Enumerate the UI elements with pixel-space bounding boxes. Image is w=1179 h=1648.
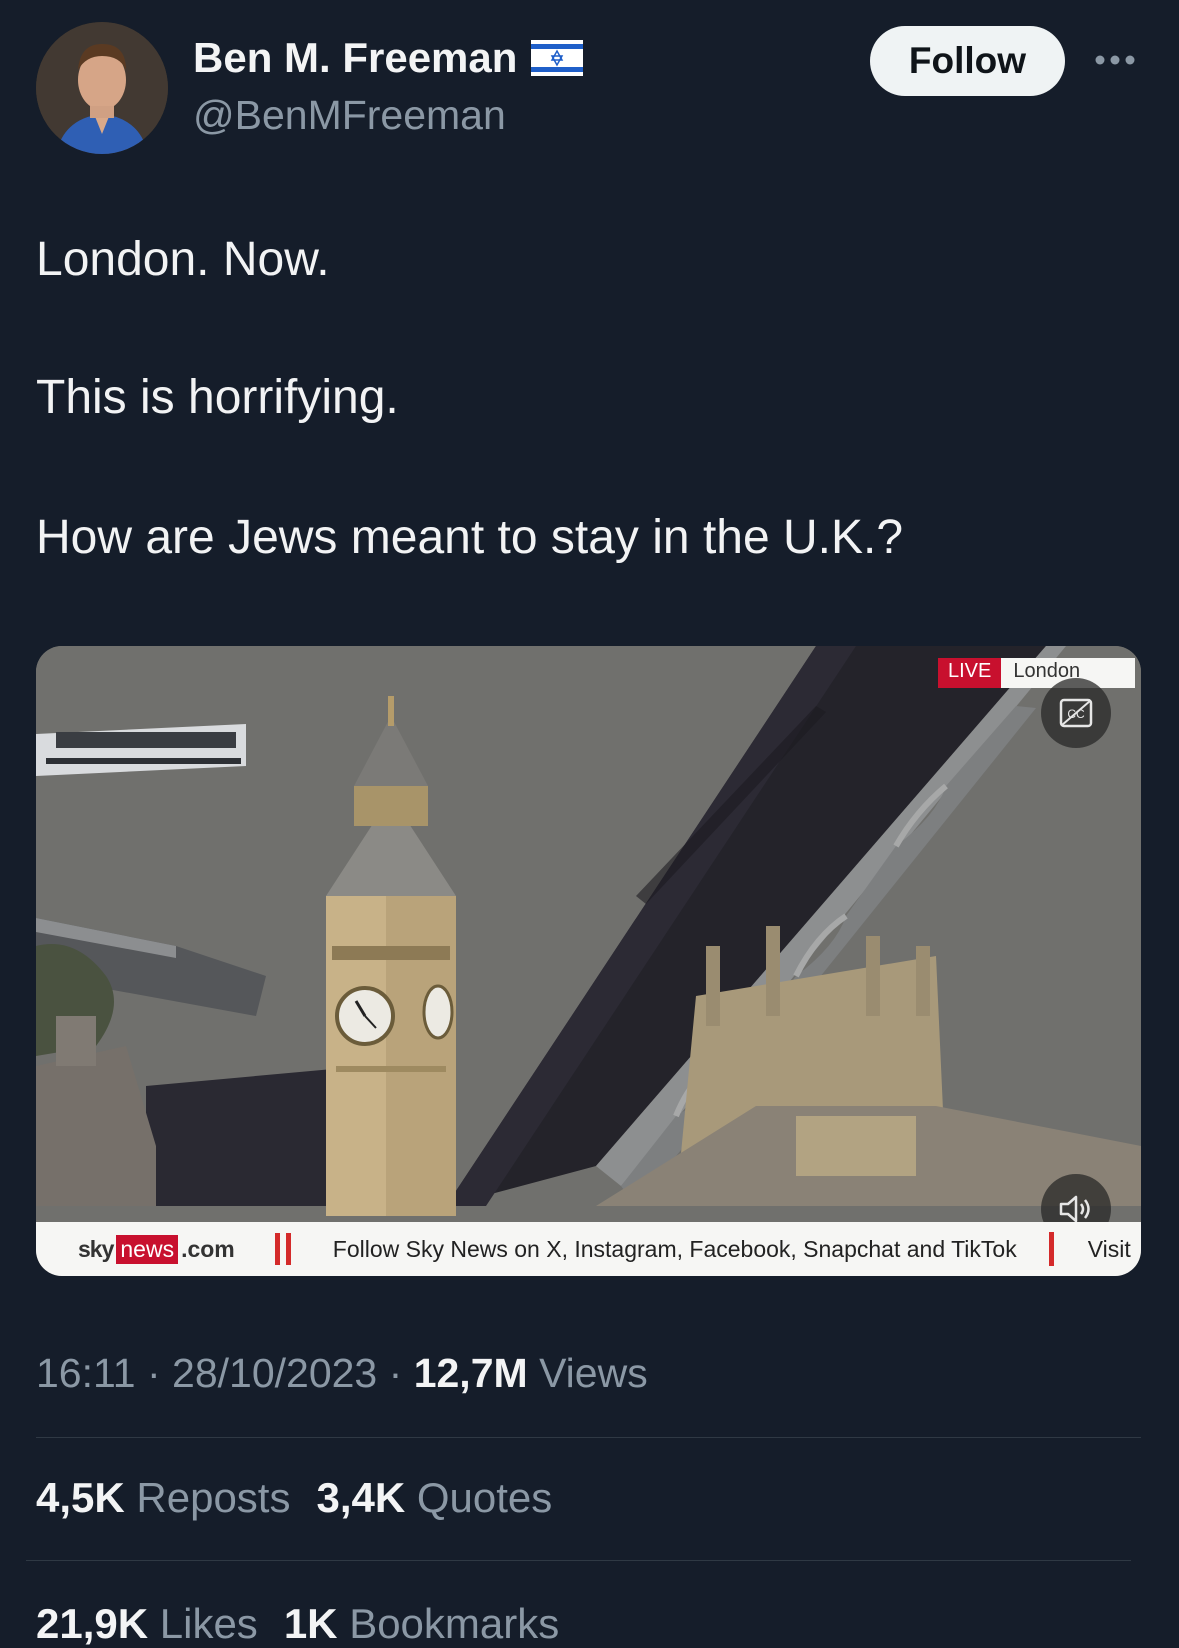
divider (26, 1560, 1131, 1561)
engagement-row-1: 4,5K Reposts 3,4K Quotes (36, 1474, 552, 1522)
reposts-count: 4,5K (36, 1474, 125, 1521)
video-frame (36, 646, 1141, 1276)
avatar-image (36, 22, 168, 154)
video-player[interactable]: LIVE London CC sky news .com Follow Sky … (36, 646, 1141, 1276)
live-tag: LIVE London (938, 658, 1136, 688)
logo-news: news (116, 1234, 179, 1264)
sky-news-logo: sky news .com (78, 1234, 235, 1264)
bookmarks-stat[interactable]: 1K Bookmarks (284, 1600, 559, 1648)
engagement-row-2: 21,9K Likes 1K Bookmarks (36, 1600, 559, 1648)
ticker-separator (1048, 1232, 1054, 1266)
views-count: 12,7M (413, 1350, 528, 1396)
quotes-stat[interactable]: 3,4K Quotes (316, 1474, 552, 1522)
closed-captions-icon: CC (1059, 698, 1093, 728)
logo-sky: sky (78, 1235, 114, 1262)
tweet-line-1: London. Now. (36, 233, 330, 286)
likes-count: 21,9K (36, 1600, 149, 1647)
author-name-text: Ben M. Freeman (193, 34, 518, 81)
israel-flag-icon (531, 40, 584, 76)
bookmarks-label: Bookmarks (349, 1600, 560, 1647)
live-label: LIVE (938, 658, 1002, 688)
meta-separator: · (388, 1350, 403, 1396)
avatar[interactable] (36, 22, 168, 154)
tweet-date[interactable]: 28/10/2023 (172, 1350, 377, 1396)
tweet-line-2: This is horrifying. (36, 371, 399, 424)
tweet-meta: 16:11 · 28/10/2023 · 12,7M Views (36, 1350, 648, 1397)
quotes-label: Quotes (416, 1474, 553, 1521)
reposts-label: Reposts (136, 1474, 291, 1521)
likes-stat[interactable]: 21,9K Likes (36, 1600, 258, 1648)
quotes-count: 3,4K (316, 1474, 406, 1521)
tweet-line-3: How are Jews meant to stay in the U.K.? (36, 511, 904, 564)
ticker-text: Follow Sky News on X, Instagram, Faceboo… (332, 1235, 1017, 1262)
likes-label: Likes (159, 1600, 258, 1647)
author-handle[interactable]: @BenMFreeman (193, 92, 506, 139)
captions-button[interactable]: CC (1041, 678, 1111, 748)
logo-com: .com (181, 1235, 235, 1262)
bookmarks-count: 1K (283, 1600, 338, 1647)
more-options-icon[interactable] (1092, 50, 1138, 70)
ticker-visit: Visit (1087, 1235, 1131, 1262)
follow-button[interactable]: Follow (870, 26, 1065, 96)
speaker-icon (1059, 1195, 1090, 1223)
views-label: Views (539, 1350, 648, 1396)
news-ticker: sky news .com Follow Sky News on X, Inst… (36, 1222, 1141, 1276)
author-name[interactable]: Ben M. Freeman (193, 34, 584, 82)
reposts-stat[interactable]: 4,5K Reposts (36, 1474, 290, 1522)
tweet-time[interactable]: 16:11 (36, 1350, 136, 1396)
divider (36, 1437, 1141, 1438)
meta-separator: · (146, 1350, 161, 1396)
ticker-divider (274, 1233, 291, 1265)
